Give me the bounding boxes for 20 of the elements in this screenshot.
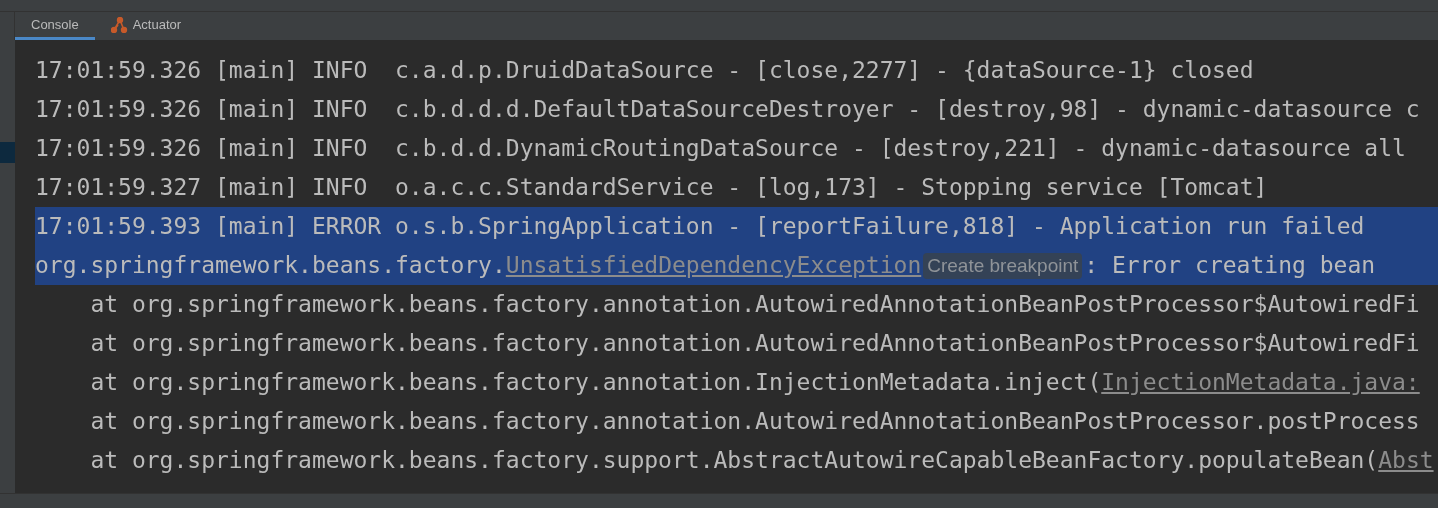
log-text: at org.springframework.beans.factory.support.AbstractAutowireCapableBeanFactory.populateBean( — [89, 446, 1379, 476]
log-text: at org.springframework.beans.factory.annotation.AutowiredAnnotationBeanPostProcessor$AutowiredFi — [89, 329, 1420, 359]
create-breakpoint-hint[interactable]: Create breakpoint — [923, 252, 1083, 279]
log-text: : Error creating bean — [1084, 251, 1376, 281]
actuator-icon — [110, 16, 129, 33]
log-text: org.springframework.beans.factory. — [35, 251, 506, 281]
log-text: 17:01:59.326 [main] INFO c.b.d.d.DynamicRoutingDataSource - [destroy,221] - dynamic-datasource all — [35, 134, 1406, 164]
log-text: 17:01:59.327 [main] INFO o.a.c.c.StandardService - [log,173] - Stopping service [Tomcat] — [35, 173, 1268, 203]
log-text: at org.springframework.beans.factory.annotation.InjectionMetadata.inject( — [89, 368, 1102, 398]
source-link[interactable]: InjectionMetadata.java: — [1101, 365, 1420, 400]
panel-tab[interactable]: Actuator — [94, 12, 198, 40]
gutter-marker — [0, 142, 15, 163]
log-text: 17:01:59.326 [main] INFO c.b.d.d.d.DefaultDataSourceDestroyer - [destroy,98] - dynamic-datasource c — [35, 95, 1420, 125]
source-link[interactable]: Abst — [1378, 443, 1434, 478]
source-link[interactable]: UnsatisfiedDependencyException — [505, 248, 922, 283]
log-text: at org.springframework.beans.factory.annotation.AutowiredAnnotationBeanPostProcessor$AutowiredFi — [89, 290, 1420, 320]
log-text: 17:01:59.326 [main] INFO c.a.d.p.DruidDataSource - [close,2277] - {dataSource-1} closed — [35, 56, 1254, 86]
log-text: 17:01:59.393 [main] ERROR o.s.b.SpringApplication - [reportFailure,818] - Application run failed — [35, 212, 1365, 242]
panel-tab[interactable]: Console — [15, 12, 95, 40]
log-text: at org.springframework.beans.factory.annotation.AutowiredAnnotationBeanPostProcessor.postProcess — [89, 407, 1420, 437]
